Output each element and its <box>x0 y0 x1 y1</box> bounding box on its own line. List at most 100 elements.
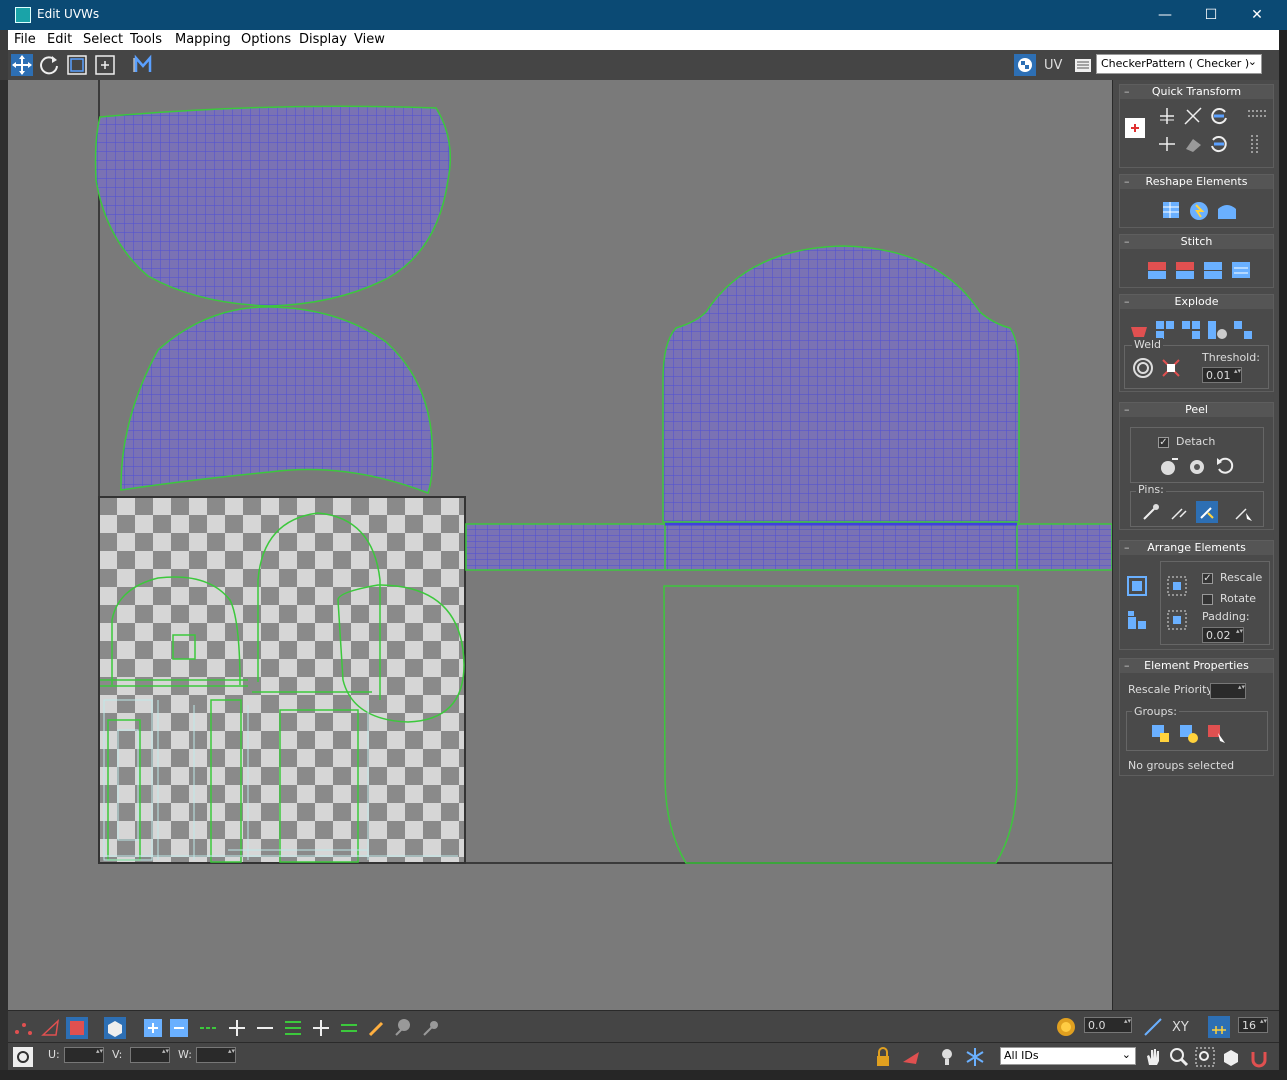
paint-select-icon[interactable] <box>366 1017 388 1039</box>
straighten-icon[interactable] <box>1182 133 1204 155</box>
grow-selection-icon[interactable] <box>142 1017 164 1039</box>
zoom-extents-icon[interactable] <box>1220 1046 1242 1068</box>
w-spinner[interactable] <box>196 1047 236 1063</box>
detach-checkbox[interactable]: ✓ <box>1158 437 1169 448</box>
rotate-icon[interactable] <box>38 54 60 76</box>
space-vertical-icon[interactable] <box>1246 133 1268 155</box>
rescale-priority-spinner[interactable] <box>1210 683 1246 699</box>
vertex-mode-icon[interactable] <box>12 1017 34 1039</box>
uv-shell-band[interactable] <box>465 523 1112 571</box>
stitch-to-target-icon[interactable] <box>1146 259 1168 281</box>
ring-icon[interactable] <box>282 1017 304 1039</box>
rotate-checkbox[interactable] <box>1202 594 1213 605</box>
menu-select[interactable]: Select <box>83 32 123 47</box>
stitch-custom-icon[interactable] <box>1230 259 1252 281</box>
stitch-to-source-icon[interactable] <box>1202 259 1224 281</box>
align-horizontal-icon[interactable] <box>1156 133 1178 155</box>
stitch-average-icon[interactable] <box>1174 259 1196 281</box>
group-selected-icon[interactable] <box>1150 723 1172 745</box>
close-button[interactable]: ✕ <box>1234 0 1280 30</box>
maximize-button[interactable]: ☐ <box>1188 0 1234 30</box>
falloff-type-icon[interactable] <box>1142 1016 1164 1038</box>
auto-pin-icon[interactable] <box>1196 501 1218 523</box>
uv-axis-label[interactable]: UV <box>1044 58 1062 73</box>
pan-hand-icon[interactable] <box>1142 1046 1164 1068</box>
straighten-selection-icon[interactable] <box>1160 199 1182 221</box>
threshold-spinner[interactable]: 0.01 <box>1202 367 1242 383</box>
reset-peel-icon[interactable] <box>1214 455 1236 477</box>
explode-material-icon[interactable] <box>1206 319 1228 341</box>
menu-mapping[interactable]: Mapping <box>175 32 231 47</box>
menu-tools[interactable]: Tools <box>130 32 162 47</box>
pack-selected-icon[interactable] <box>1166 609 1188 631</box>
flatten-icon[interactable] <box>1216 199 1238 221</box>
peel-mode-icon[interactable] <box>1186 455 1208 477</box>
rotate-plus-90-icon[interactable] <box>1208 105 1230 127</box>
falloff-spinner[interactable]: 0.0 <box>1084 1017 1132 1033</box>
menu-edit[interactable]: Edit <box>47 32 72 47</box>
mirror-icon[interactable] <box>132 54 154 76</box>
zoom-icon[interactable] <box>1168 1046 1190 1068</box>
shrink-selection-icon[interactable] <box>168 1017 190 1039</box>
uv-canvas[interactable] <box>8 80 1112 1010</box>
align-vertical-icon[interactable] <box>1156 105 1178 127</box>
v-spinner[interactable] <box>130 1047 170 1063</box>
grow-ring-icon[interactable] <box>310 1017 332 1039</box>
peel-header[interactable]: – Peel <box>1120 403 1273 417</box>
uv-shell-top[interactable] <box>94 105 451 307</box>
grid-snap-icon[interactable] <box>1208 1016 1230 1038</box>
unpin-icon[interactable] <box>1168 501 1190 523</box>
arrange-elements-header[interactable]: – Arrange Elements <box>1120 541 1273 555</box>
menu-options[interactable]: Options <box>241 32 291 47</box>
element-properties-header[interactable]: – Element Properties <box>1120 659 1273 673</box>
texture-dropdown[interactable]: CheckerPattern ( Checker ) ⌄ <box>1096 54 1262 74</box>
element-mode-icon[interactable] <box>104 1017 126 1039</box>
uv-shell-dome[interactable] <box>120 306 434 494</box>
pack-normalize-icon[interactable] <box>1126 575 1148 597</box>
absolute-offset-icon[interactable] <box>12 1046 34 1068</box>
explode-smoothing-icon[interactable] <box>1180 319 1202 341</box>
soft-select-icon[interactable] <box>392 1017 414 1039</box>
rescale-checkbox[interactable]: ✓ <box>1202 573 1213 584</box>
soft-selection-toggle-icon[interactable] <box>1055 1016 1077 1038</box>
loop-icon[interactable] <box>198 1017 220 1039</box>
uv-shell-cup[interactable] <box>663 585 1019 864</box>
grid-size-spinner[interactable]: 16 <box>1238 1017 1268 1033</box>
axis-label[interactable]: XY <box>1172 1020 1189 1035</box>
align-diagonal-icon[interactable] <box>1182 105 1204 127</box>
relax-icon[interactable] <box>1188 199 1210 221</box>
padding-spinner[interactable]: 0.02 <box>1202 627 1244 643</box>
freeze-icon[interactable] <box>964 1046 986 1068</box>
explode-header[interactable]: – Explode <box>1120 295 1273 309</box>
menu-display[interactable]: Display <box>299 32 347 47</box>
grow-loop-icon[interactable] <box>226 1017 248 1039</box>
select-group-icon[interactable] <box>1206 723 1228 745</box>
checker-display-icon[interactable] <box>1014 54 1036 76</box>
light-bulb-icon[interactable] <box>936 1046 958 1068</box>
quick-peel-icon[interactable] <box>1158 455 1180 477</box>
pack-custom-icon[interactable] <box>1166 575 1188 597</box>
menu-file[interactable]: File <box>14 32 36 47</box>
uv-editor-viewport[interactable] <box>8 80 1112 1010</box>
explode-edges-icon[interactable] <box>1232 319 1254 341</box>
quick-transform-header[interactable]: – Quick Transform <box>1120 85 1273 99</box>
scale-icon[interactable] <box>66 54 88 76</box>
shrink-ring-icon[interactable] <box>338 1017 360 1039</box>
polygon-mode-icon[interactable] <box>66 1017 88 1039</box>
pin-icon[interactable] <box>1140 501 1162 523</box>
weld-target-icon[interactable] <box>1160 357 1182 379</box>
move-icon[interactable] <box>11 54 33 76</box>
ungroup-selected-icon[interactable] <box>1178 723 1200 745</box>
space-horizontal-icon[interactable] <box>1246 105 1268 127</box>
u-spinner[interactable] <box>64 1047 104 1063</box>
list-icon[interactable] <box>1072 54 1094 76</box>
soft-select-falloff-icon[interactable] <box>420 1017 442 1039</box>
rotate-minus-90-icon[interactable] <box>1208 133 1230 155</box>
minimize-button[interactable]: — <box>1142 0 1188 30</box>
pivot-icon[interactable] <box>1124 117 1146 139</box>
reshape-elements-header[interactable]: – Reshape Elements <box>1120 175 1273 189</box>
uv-shell-arch[interactable] <box>662 245 1020 523</box>
stitch-header[interactable]: – Stitch <box>1120 235 1273 249</box>
snap-toggle-icon[interactable] <box>1248 1046 1270 1068</box>
menu-view[interactable]: View <box>354 32 385 47</box>
